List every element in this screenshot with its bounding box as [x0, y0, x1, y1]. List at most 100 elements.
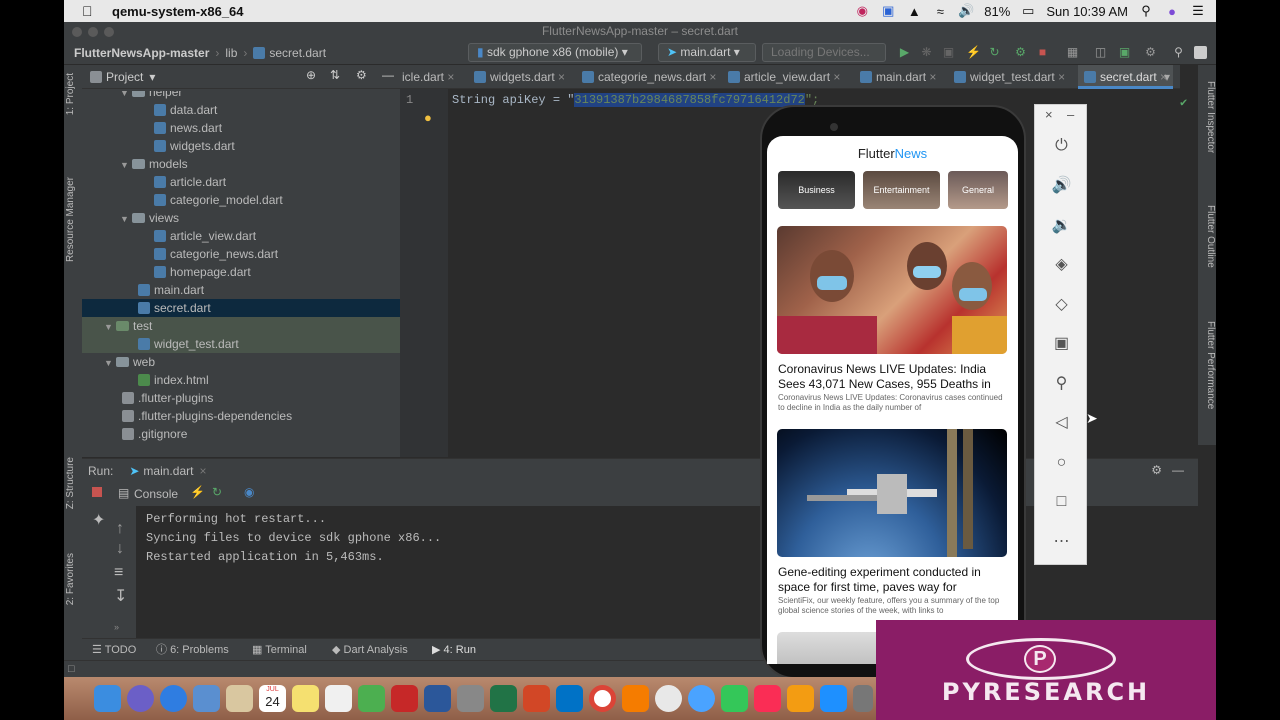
volume-up-button[interactable]: 🔊	[1035, 174, 1088, 198]
volume-down-button[interactable]: 🔉	[1035, 214, 1088, 238]
tree-item-helper[interactable]: ▼ helper	[82, 91, 400, 101]
tab-flutter-outline[interactable]: Flutter Outline	[1200, 205, 1216, 268]
siri-icon[interactable]: ●	[1164, 4, 1180, 19]
soft-wrap-icon[interactable]: ≡	[114, 564, 123, 582]
facetime-icon[interactable]	[721, 685, 748, 712]
battery-percent[interactable]: 81%	[984, 4, 1010, 19]
tab-article-dart[interactable]: icle.dart ×	[402, 65, 454, 89]
launchpad-icon[interactable]	[457, 685, 484, 712]
notes-app-icon[interactable]	[226, 685, 253, 712]
breadcrumb-file[interactable]: secret.dart	[269, 46, 326, 60]
run-icon[interactable]: ▶	[898, 46, 911, 59]
hide-panel-icon[interactable]: —	[1172, 463, 1184, 477]
stickies-icon[interactable]	[292, 685, 319, 712]
category-general[interactable]: General	[948, 171, 1008, 209]
settings-icon[interactable]: ⚙	[1144, 46, 1157, 59]
tree-item-gitignore[interactable]: .gitignore	[82, 425, 400, 443]
pin-icon[interactable]: ✦	[92, 510, 105, 530]
tree-item-categorie-news-dart[interactable]: categorie_news.dart	[82, 245, 400, 263]
rotate-left-button[interactable]: ◈	[1035, 253, 1088, 277]
app-store-icon[interactable]	[820, 685, 847, 712]
tab-secret-dart[interactable]: secret.dart ×	[1078, 65, 1174, 89]
tab-categorie-news-dart[interactable]: categorie_news.dart ×	[582, 65, 716, 89]
tab-todo[interactable]: ☰ TODO	[92, 639, 136, 661]
tree-item-article-view-dart[interactable]: article_view.dart	[82, 227, 400, 245]
maps-icon[interactable]	[358, 685, 385, 712]
hot-restart-icon[interactable]: ↻	[212, 485, 222, 499]
tree-item-models[interactable]: ▼ models	[82, 155, 400, 173]
tree-item-secret-dart[interactable]: secret.dart	[82, 299, 400, 317]
minimize-window-button[interactable]	[88, 27, 98, 37]
attach-icon[interactable]: ⚙	[1014, 46, 1027, 59]
tree-item-flutter-plugins-dependencies[interactable]: .flutter-plugins-dependencies	[82, 407, 400, 425]
tree-item-data-dart[interactable]: data.dart	[82, 101, 400, 119]
menubar-clock[interactable]: Sun 10:39 AM	[1046, 4, 1128, 19]
collapse-all-icon[interactable]: ⇅	[330, 68, 340, 82]
tab-project[interactable]: 1: Project	[65, 73, 81, 115]
avd-manager-icon[interactable]: ◫	[1094, 46, 1107, 59]
record-icon[interactable]: ◉	[854, 3, 870, 19]
status-toggle-icon[interactable]: □	[68, 663, 75, 675]
zoom-window-button[interactable]	[104, 27, 114, 37]
rotate-right-button[interactable]: ◇	[1035, 293, 1088, 317]
close-icon[interactable]: ×	[833, 70, 840, 84]
word-icon[interactable]	[424, 685, 451, 712]
tree-item-flutter-plugins[interactable]: .flutter-plugins	[82, 389, 400, 407]
devtools-icon[interactable]: ◉	[244, 485, 254, 499]
article-title[interactable]: Gene-editing experiment conducted in spa…	[778, 565, 1010, 595]
tab-dart-analysis[interactable]: ◆ Dart Analysis	[332, 639, 408, 661]
calendar-icon[interactable]: JUL 24	[259, 685, 286, 712]
tab-terminal[interactable]: ▦ Terminal	[252, 639, 307, 661]
home-button[interactable]: ○	[1035, 451, 1088, 475]
article-image[interactable]	[777, 226, 1007, 354]
finder-icon[interactable]	[94, 685, 121, 712]
volume-icon[interactable]: 🔊	[958, 3, 974, 19]
chevron-down-icon[interactable]: ▼	[120, 156, 132, 174]
system-preferences-icon[interactable]	[853, 685, 873, 712]
battery-icon[interactable]: ▭	[1020, 3, 1036, 19]
tree-item-index-html[interactable]: index.html	[82, 371, 400, 389]
menubar-app-name[interactable]: qemu-system-x86_64	[112, 4, 244, 19]
stop-icon[interactable]	[92, 487, 102, 497]
tree-item-widgets-dart[interactable]: widgets.dart	[82, 137, 400, 155]
scroll-to-end-icon[interactable]: ↧	[114, 586, 127, 606]
tab-problems[interactable]: ⓘ 6: Problems	[156, 639, 229, 661]
close-icon[interactable]: ×	[1058, 70, 1065, 84]
article-image[interactable]	[777, 429, 1007, 557]
minimize-icon[interactable]: –	[1067, 107, 1074, 122]
close-icon[interactable]: ×	[1045, 107, 1053, 122]
article-title[interactable]: Coronavirus News LIVE Updates: India See…	[778, 362, 1010, 392]
tree-item-views[interactable]: ▼ views	[82, 209, 400, 227]
chevron-down-icon[interactable]: ▾	[1164, 70, 1170, 84]
console-tab[interactable]: Console	[134, 487, 178, 501]
more-icon[interactable]: »	[114, 622, 119, 632]
excel-icon[interactable]	[490, 685, 517, 712]
chrome-icon[interactable]	[589, 685, 616, 712]
music-icon[interactable]	[754, 685, 781, 712]
tab-widget-test-dart[interactable]: widget_test.dart ×	[954, 65, 1065, 89]
close-icon[interactable]: ×	[558, 70, 565, 84]
chevron-down-icon[interactable]: ▼	[104, 318, 116, 336]
textedit-icon[interactable]	[325, 685, 352, 712]
close-icon[interactable]: ×	[929, 70, 936, 84]
lightbulb-icon[interactable]: ●	[424, 111, 432, 126]
cloud-icon[interactable]: ▲	[906, 4, 922, 19]
tab-widgets-dart[interactable]: widgets.dart ×	[474, 65, 565, 89]
search-icon[interactable]: ⚲	[1172, 46, 1185, 59]
display-icon[interactable]: ▣	[880, 3, 896, 19]
stop-icon[interactable]: ■	[1036, 46, 1049, 59]
tab-flutter-inspector[interactable]: Flutter Inspector	[1200, 81, 1216, 153]
locate-icon[interactable]: ⊕	[306, 68, 316, 82]
tree-item-test[interactable]: ▼ test	[82, 317, 400, 335]
apple-menu-icon[interactable]: 	[82, 3, 96, 19]
coverage-icon[interactable]: ▣	[942, 46, 955, 59]
up-arrow-icon[interactable]: ↑	[116, 520, 124, 538]
safari-icon[interactable]	[160, 685, 187, 712]
close-icon[interactable]: ×	[447, 70, 454, 84]
sdk-manager-icon[interactable]: ▣	[1118, 46, 1131, 59]
breadcrumb-project[interactable]: FlutterNewsApp-master	[74, 46, 209, 60]
powerpoint-icon[interactable]	[523, 685, 550, 712]
tab-flutter-performance[interactable]: Flutter Performance	[1200, 321, 1216, 409]
tree-item-homepage-dart[interactable]: homepage.dart	[82, 263, 400, 281]
chevron-down-icon[interactable]: ▾	[149, 70, 155, 84]
